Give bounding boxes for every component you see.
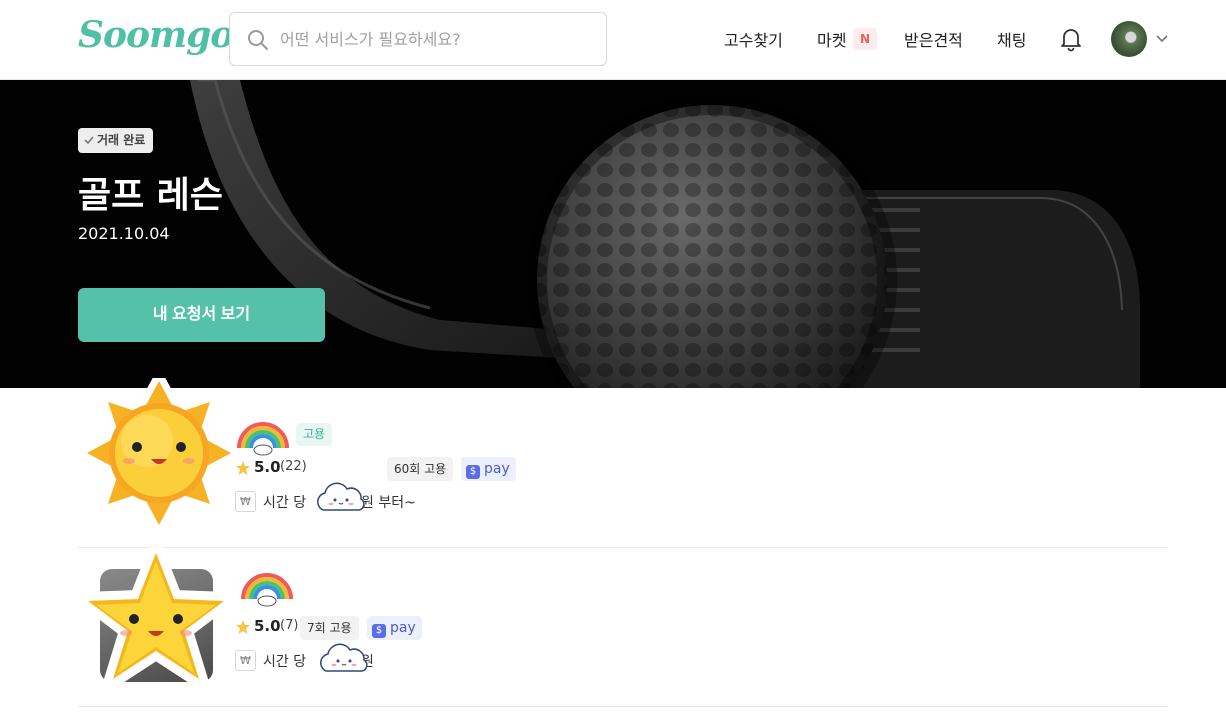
search-icon bbox=[248, 30, 268, 50]
nav-chat[interactable]: 채팅 bbox=[997, 27, 1026, 51]
pay-icon: $ bbox=[372, 624, 386, 638]
pro-list-item[interactable]: 고용 5.0 (22) 60회 고용 $ pay ₩ 시간 당 원 부터~ bbox=[78, 378, 1168, 548]
review-count: (7) bbox=[280, 618, 299, 633]
user-avatar[interactable] bbox=[1111, 21, 1147, 57]
rainbow-sticker bbox=[233, 416, 293, 456]
star-sticker bbox=[77, 543, 235, 690]
cloud-sticker bbox=[320, 643, 368, 672]
chevron-down-icon[interactable] bbox=[1155, 32, 1169, 46]
request-date: 2021.10.04 bbox=[78, 224, 170, 243]
check-icon bbox=[84, 136, 94, 145]
pay-badge: $ pay bbox=[461, 457, 516, 481]
star-icon bbox=[236, 461, 250, 475]
hire-count-badge: 7회 고용 bbox=[300, 616, 359, 640]
price-suffix: 원 부터~ bbox=[361, 495, 416, 511]
pay-icon: $ bbox=[466, 465, 480, 479]
bell-icon[interactable] bbox=[1059, 26, 1083, 52]
pay-label: pay bbox=[390, 620, 416, 636]
search-input[interactable] bbox=[280, 23, 590, 55]
rainbow-sticker bbox=[236, 567, 298, 607]
pro-list-item[interactable]: 5.0 (7) 7회 고용 $ pay ₩ 시간 당 원 bbox=[77, 543, 1168, 707]
sun-sticker bbox=[80, 378, 238, 528]
price-prefix: 시간 당 bbox=[263, 654, 307, 670]
market-new-badge: N bbox=[853, 28, 877, 50]
top-header: Soomgo 고수찾기 마켓 N 받은견적 채팅 bbox=[0, 0, 1226, 80]
nav-find-pro[interactable]: 고수찾기 bbox=[724, 27, 783, 51]
hired-tag: 고용 bbox=[296, 423, 333, 446]
price-prefix: 시간 당 bbox=[263, 495, 307, 511]
hero-banner: 거래 완료 골프 레슨 2021.10.04 내 요청서 보기 bbox=[0, 80, 1226, 388]
pay-label: pay bbox=[484, 461, 510, 477]
status-badge: 거래 완료 bbox=[78, 128, 154, 153]
rating-value: 5.0 bbox=[254, 458, 281, 476]
rating-value: 5.0 bbox=[254, 617, 281, 635]
hire-count-badge: 60회 고용 bbox=[387, 457, 454, 481]
nav-market[interactable]: 마켓 bbox=[817, 27, 846, 51]
search-bar[interactable] bbox=[229, 12, 607, 66]
nav-received-quotes[interactable]: 받은견적 bbox=[904, 27, 963, 51]
view-my-request-button[interactable]: 내 요청서 보기 bbox=[78, 288, 325, 342]
soomgo-logo[interactable]: Soomgo bbox=[78, 14, 234, 56]
cloud-sticker bbox=[317, 482, 365, 511]
won-icon: ₩ bbox=[235, 650, 256, 671]
star-icon bbox=[236, 620, 250, 634]
status-label: 거래 완료 bbox=[97, 133, 146, 147]
pay-badge: $ pay bbox=[367, 616, 422, 640]
review-count: (22) bbox=[280, 459, 307, 474]
won-icon: ₩ bbox=[235, 491, 256, 512]
page-title: 골프 레슨 bbox=[78, 175, 224, 216]
